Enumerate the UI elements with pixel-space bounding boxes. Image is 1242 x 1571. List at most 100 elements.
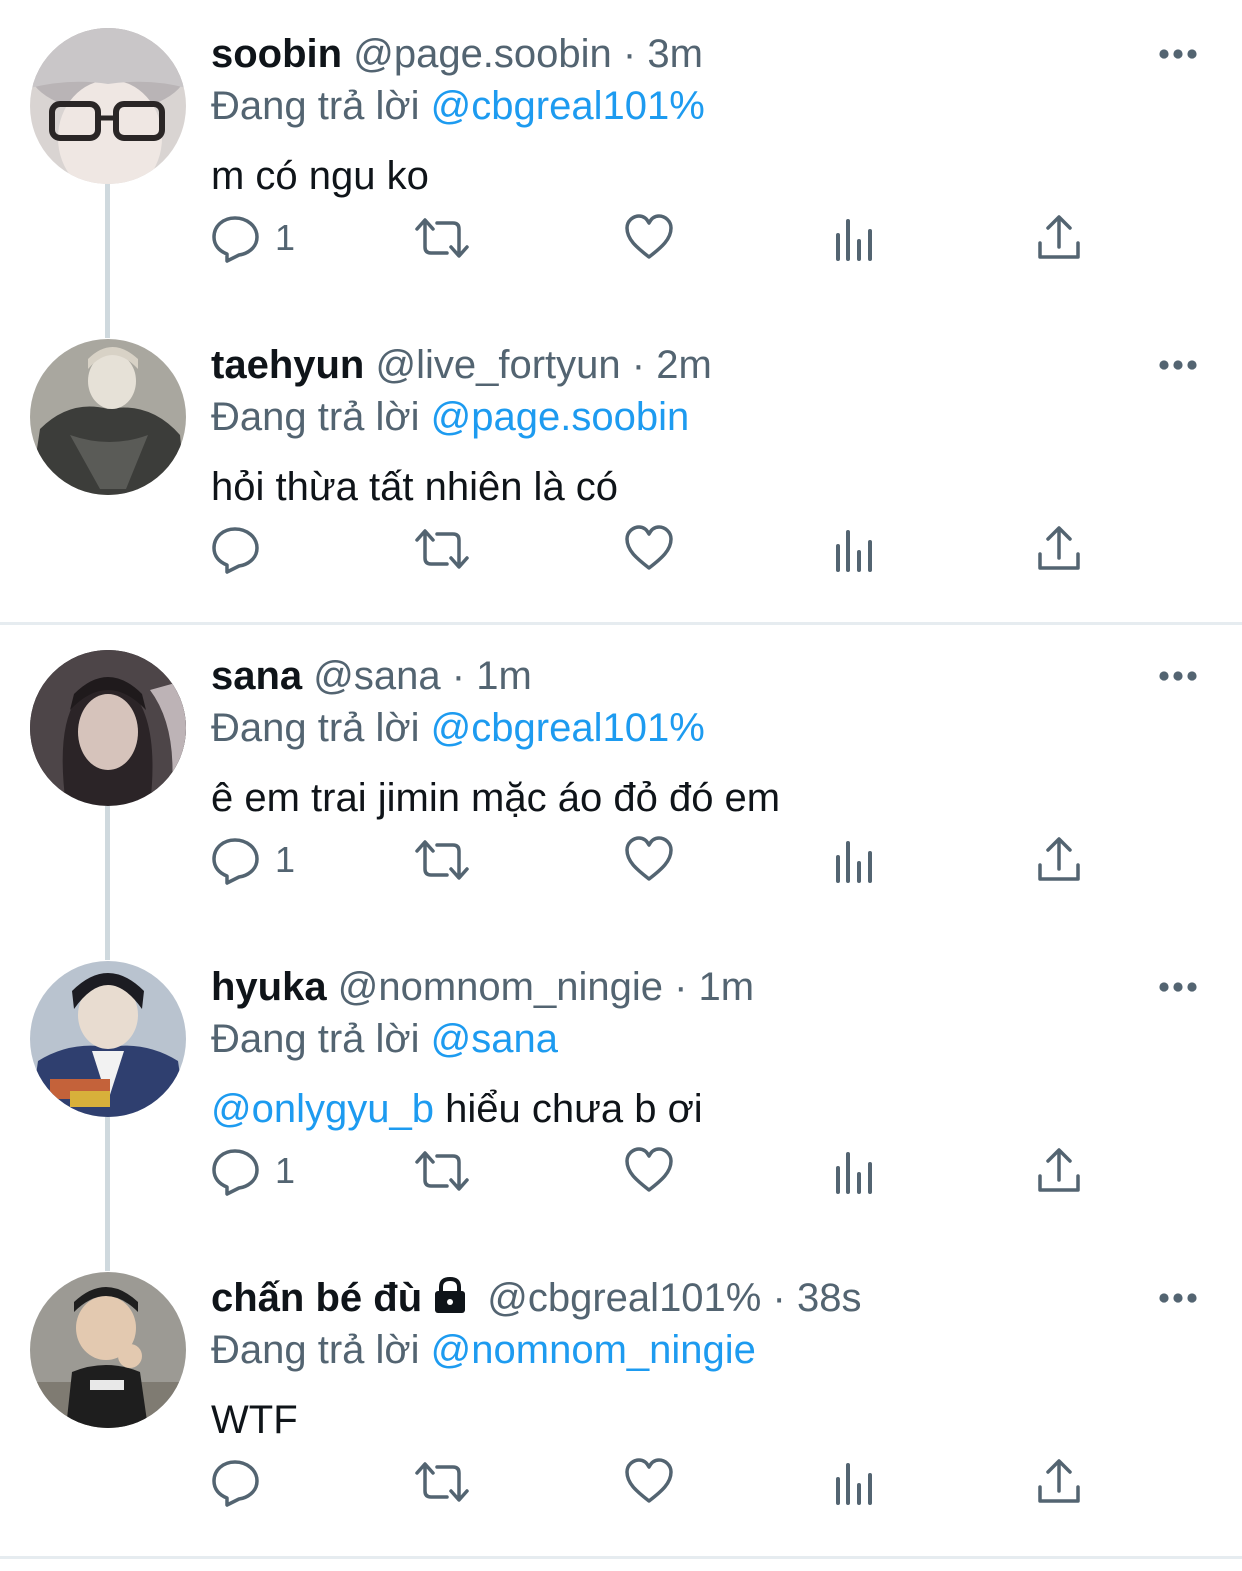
timestamp[interactable]: 2m <box>656 343 712 387</box>
reply-icon <box>212 1460 259 1507</box>
user-handle[interactable]: @nomnom_ningie <box>338 965 663 1009</box>
timestamp[interactable]: 38s <box>797 1276 862 1320</box>
retweet-button[interactable] <box>413 835 471 885</box>
share-button[interactable] <box>1036 1146 1082 1196</box>
display-name[interactable]: soobin <box>211 32 342 76</box>
separator-dot: · <box>622 32 637 76</box>
retweet-button[interactable] <box>413 524 471 574</box>
more-icon[interactable] <box>1150 658 1206 694</box>
timestamp[interactable]: 1m <box>476 654 532 698</box>
share-icon <box>1038 215 1080 259</box>
replying-to-mention[interactable]: @nomnom_ningie <box>431 1328 756 1372</box>
reply-icon <box>212 527 259 574</box>
tweet-body: ê em trai jimin mặc áo đỏ đó em <box>211 776 781 820</box>
retweet-button[interactable] <box>413 213 471 263</box>
reply-icon <box>212 1149 259 1196</box>
share-button[interactable] <box>1036 524 1082 574</box>
tweet[interactable]: soobin @page.soobin · 3m Đang trả lời @c… <box>0 0 1242 338</box>
separator-dot: · <box>772 1276 786 1320</box>
reply-count: 1 <box>275 839 296 880</box>
replying-to-mention[interactable]: @cbgreal101% <box>431 706 705 750</box>
tweet-body: WTF <box>211 1398 298 1442</box>
reply-count: 1 <box>275 1150 296 1191</box>
views-icon <box>836 841 872 883</box>
tweet-header: chấn bé đù @cbgreal101% · 38s <box>211 1270 861 1326</box>
reply-button[interactable]: 1 <box>211 213 295 263</box>
replying-to-mention[interactable]: @sana <box>431 1017 558 1061</box>
avatar[interactable] <box>30 650 186 806</box>
views-button[interactable] <box>832 1457 876 1507</box>
user-handle[interactable]: @page.soobin <box>353 32 612 76</box>
replying-to: Đang trả lời @page.soobin <box>211 391 689 443</box>
share-button[interactable] <box>1036 213 1082 263</box>
like-button[interactable] <box>624 524 674 574</box>
reply-button[interactable]: 1 <box>211 1146 295 1196</box>
tweet-header: hyuka @nomnom_ningie · 1m <box>211 959 754 1015</box>
like-button[interactable] <box>624 213 674 263</box>
more-icon[interactable] <box>1150 36 1206 72</box>
views-button[interactable] <box>832 835 876 885</box>
replying-to: Đang trả lời @nomnom_ningie <box>211 1324 756 1376</box>
replying-to-mention[interactable]: @cbgreal101% <box>431 84 705 128</box>
tweet-header: taehyun @live_fortyun · 2m <box>211 337 712 393</box>
retweet-icon <box>415 529 469 569</box>
avatar[interactable] <box>30 28 186 184</box>
share-button[interactable] <box>1036 835 1082 885</box>
replying-to-mention[interactable]: @page.soobin <box>431 395 690 439</box>
reply-button[interactable]: 1 <box>211 835 295 885</box>
reply-button[interactable] <box>211 1457 275 1507</box>
user-handle[interactable]: @cbgreal101% <box>487 1276 761 1320</box>
more-icon[interactable] <box>1150 1280 1206 1316</box>
like-button[interactable] <box>624 1457 674 1507</box>
reply-icon <box>212 216 259 263</box>
retweet-button[interactable] <box>413 1457 471 1507</box>
text-mention[interactable]: @onlygyu_b <box>211 1087 434 1131</box>
more-icon[interactable] <box>1150 347 1206 383</box>
tweet[interactable]: hyuka @nomnom_ningie · 1m Đang trả lời @… <box>0 933 1242 1271</box>
display-name[interactable]: sana <box>211 654 302 698</box>
views-icon <box>836 1463 872 1505</box>
reply-button[interactable] <box>211 524 275 574</box>
views-button[interactable] <box>832 524 876 574</box>
views-button[interactable] <box>832 213 876 263</box>
timestamp[interactable]: 3m <box>647 32 703 76</box>
retweet-button[interactable] <box>413 1146 471 1196</box>
avatar[interactable] <box>30 1272 186 1428</box>
heart-icon <box>625 1147 673 1192</box>
user-handle[interactable]: @live_fortyun <box>375 343 620 387</box>
avatar[interactable] <box>30 339 186 495</box>
display-name[interactable]: hyuka <box>211 965 327 1009</box>
replying-to: Đang trả lời @cbgreal101% <box>211 80 705 132</box>
views-button[interactable] <box>832 1146 876 1196</box>
reply-icon <box>212 838 259 885</box>
retweet-icon <box>415 218 469 258</box>
heart-icon <box>625 525 673 570</box>
replying-to-label: Đang trả lời <box>211 395 420 439</box>
tweet[interactable]: sana @sana · 1m Đang trả lời @cbgreal101… <box>0 622 1242 960</box>
display-name[interactable]: chấn bé đù <box>211 1276 422 1320</box>
more-icon[interactable] <box>1150 969 1206 1005</box>
like-button[interactable] <box>624 835 674 885</box>
avatar[interactable] <box>30 961 186 1117</box>
heart-icon <box>625 1458 673 1503</box>
share-icon <box>1038 526 1080 570</box>
tweet-body: m có ngu ko <box>211 154 429 198</box>
replying-to: Đang trả lời @cbgreal101% <box>211 702 705 754</box>
share-button[interactable] <box>1036 1457 1082 1507</box>
replying-to-label: Đang trả lời <box>211 1017 420 1061</box>
tweet[interactable]: taehyun @live_fortyun · 2m Đang trả lời … <box>0 311 1242 621</box>
replying-to-label: Đang trả lời <box>211 706 420 750</box>
views-icon <box>836 530 872 572</box>
display-name[interactable]: taehyun <box>211 343 364 387</box>
share-icon <box>1038 837 1080 881</box>
retweet-icon <box>415 1151 469 1191</box>
timestamp[interactable]: 1m <box>699 965 755 1009</box>
tweet-text: hỏi thừa tất nhiên là có <box>211 459 618 515</box>
heart-icon <box>625 836 673 881</box>
like-button[interactable] <box>624 1146 674 1196</box>
retweet-icon <box>415 1462 469 1502</box>
user-handle[interactable]: @sana <box>313 654 440 698</box>
tweet[interactable]: chấn bé đù @cbgreal101% · 38s Đang trả l… <box>0 1244 1242 1554</box>
tweet-text: WTF <box>211 1392 298 1448</box>
tweet-header: sana @sana · 1m <box>211 648 532 704</box>
